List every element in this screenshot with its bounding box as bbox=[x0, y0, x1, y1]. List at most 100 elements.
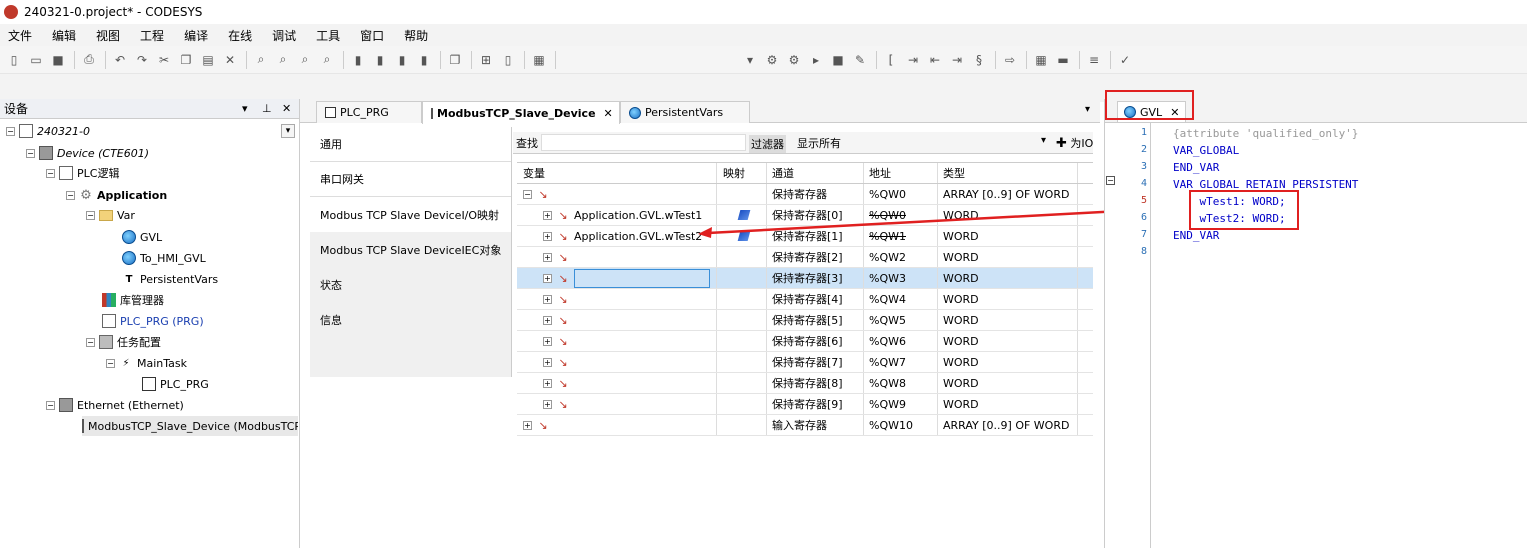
tree-item-main-task[interactable]: − ⚡ MainTask bbox=[106, 353, 187, 373]
tree-item-to-hmi-gvl[interactable]: To_HMI_GVL bbox=[122, 248, 206, 268]
table-row[interactable]: + ↘ 保持寄存器[5] %QW5 WORD bbox=[517, 310, 1093, 331]
tree-item-library-manager[interactable]: 库管理器 bbox=[102, 290, 164, 310]
tree-item-plc-prg-call[interactable]: PLC_PRG bbox=[142, 374, 209, 394]
nav-io-mapping[interactable]: Modbus TCP Slave DeviceI/O映射 bbox=[310, 197, 511, 232]
redo-icon[interactable]: ↷ bbox=[132, 51, 152, 69]
tree-item-device[interactable]: − Device (CTE601) bbox=[26, 143, 149, 163]
table-row[interactable]: + ↘ 保持寄存器[4] %QW4 WORD bbox=[517, 289, 1093, 310]
find-in-project-icon[interactable]: ⌕ bbox=[295, 51, 315, 69]
menu-build[interactable]: 编译 bbox=[184, 27, 208, 44]
expand-toggle[interactable]: + bbox=[543, 336, 552, 346]
add-object-icon[interactable]: ⊞ bbox=[476, 51, 496, 69]
expand-toggle[interactable]: + bbox=[543, 294, 552, 304]
menu-view[interactable]: 视图 bbox=[96, 27, 120, 44]
table-row[interactable]: + ↘ Application.GVL.wTest2 保持寄存器[1] %QW1 WORD bbox=[517, 226, 1093, 247]
expand-toggle[interactable]: + bbox=[543, 231, 552, 241]
menu-edit[interactable]: 编辑 bbox=[52, 27, 76, 44]
tree-item-plc-prg[interactable]: PLC_PRG (PRG) bbox=[102, 311, 204, 331]
menu-file[interactable]: 文件 bbox=[8, 27, 32, 44]
new-project-icon[interactable]: ▯ bbox=[4, 51, 24, 69]
insert-icon[interactable]: ▯ bbox=[498, 51, 518, 69]
logout-icon[interactable]: ⚙ bbox=[784, 51, 804, 69]
expand-toggle[interactable]: + bbox=[543, 210, 552, 220]
code-line[interactable]: END_VAR bbox=[1173, 229, 1219, 242]
cell-variable[interactable]: + ↘ Application.GVL.wTest1 bbox=[517, 205, 717, 225]
expand-toggle[interactable]: + bbox=[543, 357, 552, 367]
collapse-toggle[interactable]: − bbox=[46, 400, 55, 410]
tab-persistent-vars[interactable]: PersistentVars bbox=[620, 101, 750, 123]
close-icon[interactable]: ✕ bbox=[282, 102, 291, 115]
fold-toggle-icon[interactable]: − bbox=[1106, 176, 1115, 185]
menu-debug[interactable]: 调试 bbox=[272, 27, 296, 44]
menu-help[interactable]: 帮助 bbox=[404, 27, 428, 44]
table-row[interactable]: + ↘ 保持寄存器[8] %QW8 WORD bbox=[517, 373, 1093, 394]
cell-variable[interactable]: + ↘ bbox=[517, 310, 717, 330]
collapse-toggle[interactable]: − bbox=[26, 148, 35, 158]
close-icon[interactable]: ✕ bbox=[604, 107, 613, 120]
find-icon[interactable]: ⌕ bbox=[251, 51, 271, 69]
col-variable[interactable]: 变量 bbox=[517, 163, 717, 183]
copy-icon[interactable]: ❐ bbox=[176, 51, 196, 69]
tab-list-dropdown-icon[interactable]: ▾ bbox=[1085, 104, 1090, 115]
dropdown-arrow-icon[interactable]: ▾ bbox=[740, 51, 760, 69]
build-icon[interactable]: ▦ bbox=[529, 51, 549, 69]
cell-variable[interactable]: + ↘ bbox=[517, 247, 717, 267]
login-icon[interactable]: ⚙ bbox=[762, 51, 782, 69]
cut-icon[interactable]: ✂ bbox=[154, 51, 174, 69]
menu-online[interactable]: 在线 bbox=[228, 27, 252, 44]
write-values-icon[interactable]: ▦ bbox=[1031, 51, 1051, 69]
print-icon[interactable]: ⎙ bbox=[79, 51, 99, 69]
cell-variable[interactable]: + ↘ Application.GVL.wTest2 bbox=[517, 226, 717, 246]
expand-toggle[interactable]: − bbox=[523, 189, 532, 199]
undo-icon[interactable]: ↶ bbox=[110, 51, 130, 69]
menu-project[interactable]: 工程 bbox=[140, 27, 164, 44]
show-next-statement-icon[interactable]: ⇨ bbox=[1000, 51, 1020, 69]
open-project-icon[interactable]: ▭ bbox=[26, 51, 46, 69]
panel-menu-icon[interactable]: ▾ bbox=[242, 102, 248, 115]
cell-variable[interactable]: + ↘ bbox=[517, 331, 717, 351]
cell-variable[interactable]: + ↘ bbox=[517, 289, 717, 309]
col-mapping[interactable]: 映射 bbox=[717, 163, 767, 183]
tab-modbus-slave-device[interactable]: ModbusTCP_Slave_Device ✕ bbox=[422, 101, 620, 124]
bookmark-prev-icon[interactable]: ▮ bbox=[370, 51, 390, 69]
bookmark-icon[interactable]: ▮ bbox=[348, 51, 368, 69]
nav-general[interactable]: 通用 bbox=[310, 127, 511, 162]
code-line[interactable]: {attribute 'qualified_only'} bbox=[1173, 127, 1358, 140]
cell-variable[interactable]: + ↘ bbox=[517, 268, 717, 288]
tree-item-var-folder[interactable]: − Var bbox=[86, 205, 135, 225]
collapse-toggle[interactable]: − bbox=[6, 126, 15, 136]
cell-variable[interactable]: − ↘ bbox=[517, 184, 717, 204]
bookmark-clear-icon[interactable]: ▮ bbox=[414, 51, 434, 69]
expand-toggle[interactable]: + bbox=[543, 315, 552, 325]
find-input[interactable] bbox=[541, 134, 746, 151]
tree-item-gvl[interactable]: GVL bbox=[122, 227, 162, 247]
filter-select[interactable]: 显示所有 bbox=[797, 135, 841, 151]
expand-toggle[interactable]: + bbox=[543, 399, 552, 409]
check-icon[interactable]: ✓ bbox=[1115, 51, 1135, 69]
nav-iec-objects[interactable]: Modbus TCP Slave DeviceIEC对象 bbox=[310, 232, 511, 267]
tree-item-project[interactable]: − 240321-0 bbox=[6, 121, 90, 141]
replace-icon[interactable]: ⌕ bbox=[273, 51, 293, 69]
tree-item-task-config[interactable]: − 任务配置 bbox=[86, 332, 161, 352]
cell-variable[interactable]: + ↘ bbox=[517, 415, 717, 435]
step-out-icon[interactable]: ⇥ bbox=[947, 51, 967, 69]
tree-item-plc-logic[interactable]: − PLC逻辑 bbox=[46, 163, 119, 183]
tab-plc-prg[interactable]: PLC_PRG bbox=[316, 101, 422, 123]
code-line[interactable]: END_VAR bbox=[1173, 161, 1219, 174]
delete-icon[interactable]: ✕ bbox=[220, 51, 240, 69]
table-row[interactable]: − ↘ 保持寄存器 %QW0 ARRAY [0..9] OF WORD bbox=[517, 184, 1093, 205]
chevron-down-icon[interactable]: ▾ bbox=[1041, 135, 1046, 146]
col-type[interactable]: 类型 bbox=[938, 163, 1078, 183]
paste-icon[interactable]: ▤ bbox=[198, 51, 218, 69]
nav-status[interactable]: 状态 bbox=[310, 267, 511, 302]
expand-toggle[interactable]: + bbox=[523, 420, 532, 430]
windows-icon[interactable]: ❐ bbox=[445, 51, 465, 69]
code-line[interactable]: VAR_GLOBAL bbox=[1173, 144, 1239, 157]
step-into-icon[interactable]: ⇤ bbox=[925, 51, 945, 69]
expand-toggle[interactable]: + bbox=[543, 378, 552, 388]
start-icon[interactable]: ▸ bbox=[806, 51, 826, 69]
cell-variable[interactable]: + ↘ bbox=[517, 352, 717, 372]
menu-tools[interactable]: 工具 bbox=[316, 27, 340, 44]
tree-item-persistent-vars[interactable]: T PersistentVars bbox=[122, 269, 219, 289]
table-row[interactable]: + ↘ 保持寄存器[6] %QW6 WORD bbox=[517, 331, 1093, 352]
